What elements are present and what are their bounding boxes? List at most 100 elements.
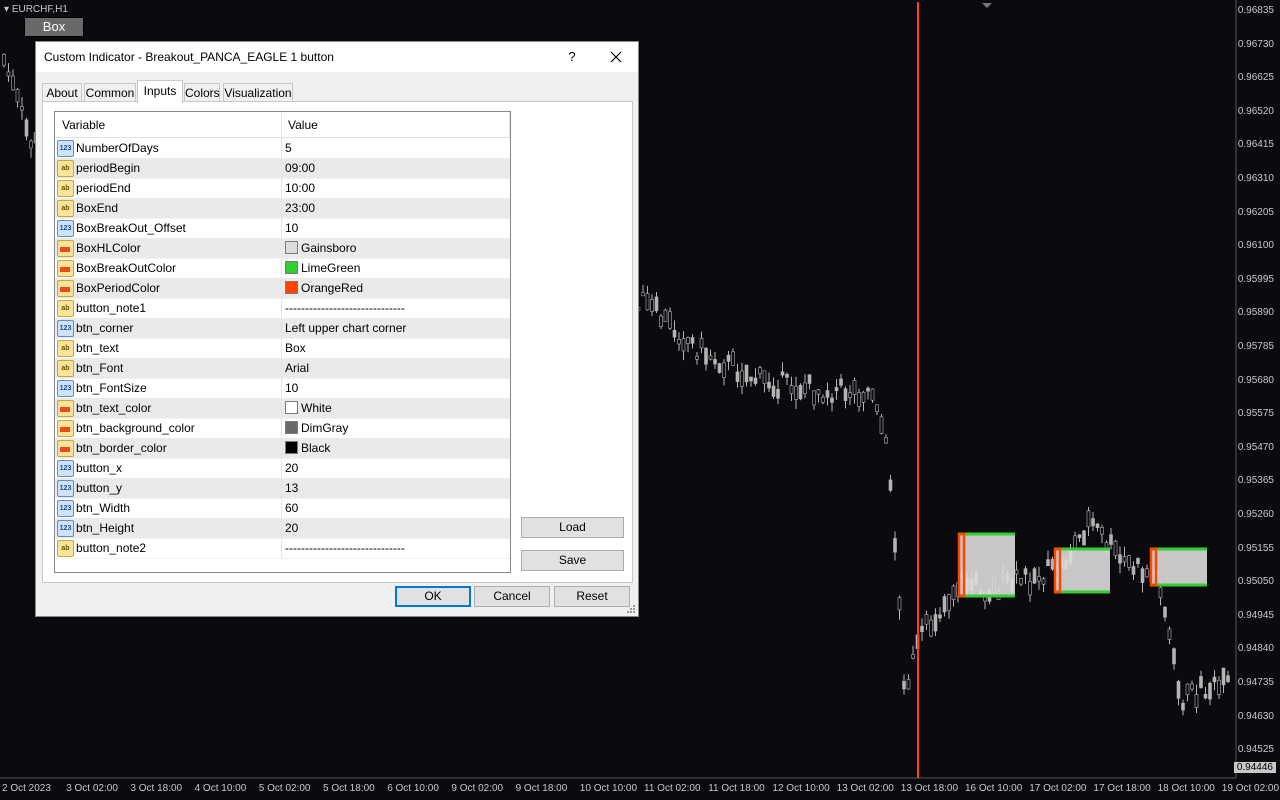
input-value[interactable]: Left upper chart corner bbox=[285, 321, 406, 335]
time-axis[interactable]: 2 Oct 2023 3 Oct 02:00 3 Oct 18:00 4 Oct 10… bbox=[0, 780, 1279, 800]
input-name: btn_FontSize bbox=[76, 381, 147, 395]
range-box bbox=[1054, 549, 1110, 592]
column-divider bbox=[281, 378, 282, 398]
input-row[interactable]: 123 button_x 20 bbox=[55, 458, 510, 479]
candle-body bbox=[762, 370, 767, 384]
price-tick-label: 0.94840 bbox=[1237, 643, 1274, 655]
input-value[interactable]: DimGray bbox=[301, 421, 348, 435]
candle-body bbox=[11, 75, 15, 91]
input-value[interactable]: 60 bbox=[285, 501, 298, 515]
candle-body bbox=[1050, 558, 1055, 570]
candle-body bbox=[843, 388, 848, 401]
input-row[interactable]: BoxPeriodColor OrangeRed bbox=[55, 278, 510, 299]
ok-button[interactable]: OK bbox=[395, 586, 471, 607]
input-row[interactable]: ab btn_text Box bbox=[55, 338, 510, 359]
tab-common[interactable]: Common bbox=[84, 83, 136, 102]
candle-body bbox=[722, 362, 726, 378]
input-row[interactable]: ab button_note1 --------------------------… bbox=[55, 298, 510, 319]
candle-body bbox=[1073, 535, 1077, 549]
input-row[interactable]: ab button_note2 --------------------------… bbox=[55, 538, 510, 559]
input-value[interactable]: White bbox=[301, 401, 332, 415]
color-swatch[interactable] bbox=[285, 441, 298, 454]
dialog-titlebar[interactable]: Custom Indicator - Breakout_PANCA_EAGLE … bbox=[36, 42, 638, 72]
input-row[interactable]: ab BoxEnd 23:00 bbox=[55, 198, 510, 219]
input-value[interactable]: ------------------------------ bbox=[285, 301, 405, 315]
load-button[interactable]: Load bbox=[521, 517, 624, 538]
input-value[interactable]: Black bbox=[301, 441, 330, 455]
input-value[interactable]: 10 bbox=[285, 381, 298, 395]
candle-body bbox=[947, 594, 951, 611]
input-value[interactable]: 09:00 bbox=[285, 161, 315, 175]
input-row[interactable]: BoxBreakOutColor LimeGreen bbox=[55, 258, 510, 279]
column-header-value[interactable]: Value bbox=[288, 118, 318, 132]
cancel-button[interactable]: Cancel bbox=[474, 586, 550, 607]
candle-body bbox=[749, 376, 753, 382]
box-toggle-button[interactable]: Box bbox=[24, 17, 84, 37]
close-icon[interactable] bbox=[607, 47, 625, 67]
input-row[interactable]: btn_background_color DimGray bbox=[55, 418, 510, 439]
input-row[interactable]: 123 btn_corner Left upper chart corner bbox=[55, 318, 510, 339]
input-value[interactable]: 10:00 bbox=[285, 181, 315, 195]
input-value[interactable]: ------------------------------ bbox=[285, 541, 405, 555]
time-tick-label: 3 Oct 02:00 bbox=[66, 783, 118, 794]
help-button[interactable]: ? bbox=[564, 47, 580, 67]
input-row[interactable]: 123 btn_FontSize 10 bbox=[55, 378, 510, 399]
input-value[interactable]: Gainsboro bbox=[301, 241, 356, 255]
input-value[interactable]: 23:00 bbox=[285, 201, 315, 215]
color-swatch[interactable] bbox=[285, 421, 298, 434]
string-type-icon: ab bbox=[57, 160, 74, 177]
color-swatch[interactable] bbox=[285, 261, 298, 274]
input-row[interactable]: 123 btn_Width 60 bbox=[55, 498, 510, 519]
input-row[interactable]: ab periodBegin 09:00 bbox=[55, 158, 510, 179]
range-box bbox=[1150, 549, 1207, 585]
column-divider[interactable] bbox=[281, 112, 282, 137]
input-value[interactable]: Box bbox=[285, 341, 306, 355]
chart-menu-icon[interactable]: ▾ bbox=[4, 4, 9, 15]
input-row[interactable]: btn_border_color Black bbox=[55, 438, 510, 459]
input-value[interactable]: LimeGreen bbox=[301, 261, 360, 275]
candle-body bbox=[879, 416, 884, 434]
color-swatch[interactable] bbox=[285, 281, 298, 294]
color-swatch[interactable] bbox=[285, 241, 298, 254]
input-row[interactable]: ab btn_Font Arial bbox=[55, 358, 510, 379]
input-value[interactable]: 20 bbox=[285, 521, 298, 535]
column-divider bbox=[281, 478, 282, 498]
input-row[interactable]: 123 button_y 13 bbox=[55, 478, 510, 499]
tab-about[interactable]: About bbox=[42, 83, 82, 102]
input-row[interactable]: 123 NumberOfDays 5 bbox=[55, 138, 510, 159]
column-divider bbox=[281, 218, 282, 238]
input-value[interactable]: 13 bbox=[285, 481, 298, 495]
time-tick-label: 9 Oct 02:00 bbox=[451, 783, 504, 794]
column-divider bbox=[281, 458, 282, 478]
column-divider bbox=[281, 318, 282, 338]
input-value[interactable]: Arial bbox=[285, 361, 309, 375]
column-divider bbox=[281, 278, 282, 298]
tab-colors[interactable]: Colors bbox=[184, 83, 220, 102]
input-row[interactable]: ab periodEnd 10:00 bbox=[55, 178, 510, 199]
candle-body bbox=[740, 370, 744, 387]
candle-body bbox=[834, 387, 839, 392]
input-value[interactable]: 10 bbox=[285, 221, 298, 235]
input-row[interactable]: BoxHLColor Gainsboro bbox=[55, 238, 510, 259]
input-value[interactable]: 20 bbox=[285, 461, 298, 475]
tab-visualization[interactable]: Visualization bbox=[223, 83, 293, 102]
input-name: button_note2 bbox=[76, 541, 147, 555]
input-row[interactable]: 123 BoxBreakOut_Offset 10 bbox=[55, 218, 510, 239]
input-value[interactable]: 5 bbox=[285, 141, 292, 155]
input-row[interactable]: 123 btn_Height 20 bbox=[55, 518, 510, 539]
price-tick-label: 0.96310 bbox=[1237, 173, 1274, 184]
input-name: btn_background_color bbox=[76, 421, 195, 435]
candle-body bbox=[1194, 694, 1199, 708]
resize-grip-icon[interactable] bbox=[626, 604, 636, 614]
candle-body bbox=[1212, 676, 1217, 683]
price-axis[interactable]: 0.96835 0.96730 0.96625 0.96520 0.96415 0.963… bbox=[1236, 0, 1280, 778]
input-value[interactable]: OrangeRed bbox=[301, 281, 363, 295]
tab-inputs[interactable]: Inputs bbox=[137, 80, 183, 103]
input-row[interactable]: btn_text_color White bbox=[55, 398, 510, 419]
candle-body bbox=[875, 404, 879, 412]
reset-button[interactable]: Reset bbox=[554, 586, 630, 607]
string-type-icon: ab bbox=[57, 340, 74, 357]
save-button[interactable]: Save bbox=[521, 550, 624, 571]
column-header-variable[interactable]: Variable bbox=[62, 118, 105, 132]
color-swatch[interactable] bbox=[285, 401, 298, 414]
